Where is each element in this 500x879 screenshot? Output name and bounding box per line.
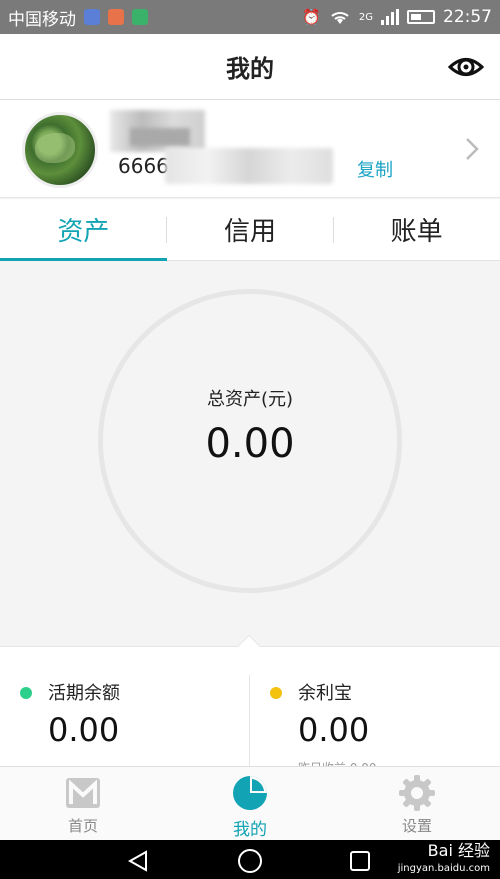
home-m-icon [66,778,100,808]
green-dot-icon [20,687,32,699]
tab-credit[interactable]: 信用 [167,199,334,260]
network-type: 2G [358,11,373,23]
back-icon[interactable] [126,850,150,872]
eye-icon[interactable] [448,50,484,84]
app-notification-icon [108,9,124,25]
tab-assets[interactable]: 资产 [0,199,167,261]
avatar[interactable] [22,112,98,188]
bottom-nav: 首页 我的 设置 [0,766,500,840]
system-nav-bar: Bai 经验 jingyan.baidu.com [0,840,500,879]
gear-icon [399,775,435,811]
status-bar: 中国移动 ⏰ 2G 22:57 [0,0,500,34]
masked-username-part [130,128,190,146]
clock: 22:57 [443,7,492,27]
watermark-text: Bai 经验 [427,841,490,860]
app-notification-icon [84,9,100,25]
balance-cards: 活期余额 0.00 余利宝 0.00 昨日收益 0.00 [0,634,500,767]
nav-mine[interactable]: 我的 [167,767,333,841]
alarm-icon: ⏰ [302,8,321,26]
recent-apps-icon[interactable] [349,850,371,872]
watermark: Bai 经验 jingyan.baidu.com [398,842,490,878]
pie-chart-icon [233,776,267,810]
current-balance-card[interactable]: 活期余额 0.00 [0,647,250,767]
total-assets-value: 0.00 [205,421,295,467]
masked-account [165,148,333,184]
wifi-icon [331,12,349,24]
tab-bar: 资产 信用 账单 [0,199,500,261]
battery-icon [407,10,435,24]
yulibao-card[interactable]: 余利宝 0.00 昨日收益 0.00 [250,647,500,767]
header: 我的 [0,34,500,100]
chevron-right-icon[interactable] [463,136,481,162]
nav-label: 我的 [233,820,267,840]
total-assets-label: 总资产(元) [206,389,294,410]
watermark-url: jingyan.baidu.com [397,863,490,874]
carrier-label: 中国移动 [8,9,76,30]
tab-divider [166,217,167,243]
signal-icon [381,9,399,25]
page-title: 我的 [226,55,274,83]
card-value: 0.00 [48,711,120,749]
copy-button[interactable]: 复制 [357,156,393,182]
card-title: 余利宝 [298,683,352,704]
user-id: 6666 [118,154,169,178]
tab-divider [333,217,334,243]
home-circle-icon[interactable] [237,848,263,874]
tab-bills[interactable]: 账单 [333,199,500,260]
nav-settings[interactable]: 设置 [334,767,500,841]
card-title: 活期余额 [48,683,120,704]
yellow-dot-icon [270,687,282,699]
nav-label: 首页 [67,817,98,835]
asset-summary: 总资产(元) 0.00 [0,261,500,646]
profile-card[interactable]: 6666 复制 [0,100,500,198]
app-notification-icon [132,9,148,25]
card-value: 0.00 [298,711,370,749]
nav-label: 设置 [401,817,432,835]
nav-home[interactable]: 首页 [0,767,166,841]
